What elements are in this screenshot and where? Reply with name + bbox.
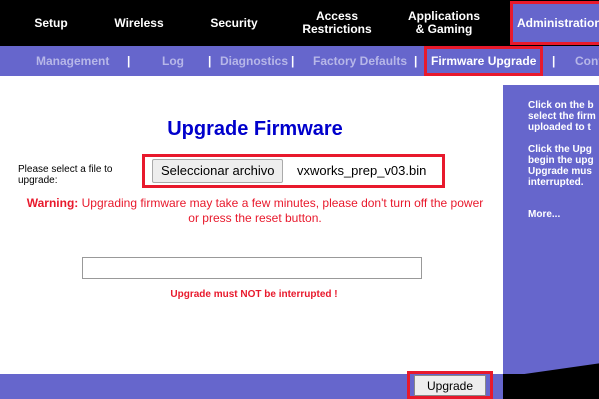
warning-text: Upgrading firmware may take a few minute… bbox=[78, 196, 484, 225]
subnav-separator: | bbox=[208, 54, 212, 68]
tab-wireless[interactable]: Wireless bbox=[108, 0, 170, 46]
upgrade-progress-bar bbox=[82, 257, 422, 279]
bottom-bar-right bbox=[503, 374, 599, 399]
subnav-diagnostics[interactable]: Diagnostics bbox=[220, 46, 288, 76]
choose-file-button[interactable]: Seleccionar archivo bbox=[152, 159, 284, 183]
help-panel: Click on the b select the firm uploaded … bbox=[503, 85, 599, 375]
subnav-firmware-upgrade[interactable]: Firmware Upgrade bbox=[424, 46, 544, 76]
page-title: Upgrade Firmware bbox=[167, 118, 343, 140]
tab-administration[interactable]: Administration bbox=[510, 1, 599, 45]
subnav-separator: | bbox=[291, 54, 295, 68]
help-text: Click on the b select the firm uploaded … bbox=[528, 100, 596, 188]
tab-setup[interactable]: Setup bbox=[20, 0, 82, 46]
subnav-factory-defaults[interactable]: Factory Defaults bbox=[313, 46, 407, 76]
subnav-separator: | bbox=[552, 54, 556, 68]
subnav-management[interactable]: Management bbox=[36, 46, 109, 76]
help-more-link[interactable]: More... bbox=[528, 209, 560, 220]
subnav-config[interactable]: Conf bbox=[575, 46, 599, 76]
not-interrupted-notice: Upgrade must NOT be interrupted ! bbox=[170, 289, 338, 300]
select-file-label: Please select a file to upgrade: bbox=[18, 164, 113, 186]
sub-nav: Management | Log | Diagnostics | Factory… bbox=[0, 46, 599, 76]
subnav-separator: | bbox=[127, 54, 131, 68]
subnav-log[interactable]: Log bbox=[162, 46, 184, 76]
tab-access-restrictions[interactable]: Access Restrictions bbox=[298, 0, 376, 46]
warning-message: Warning: Upgrading firmware may take a f… bbox=[20, 196, 490, 226]
selected-filename: vxworks_prep_v03.bin bbox=[297, 163, 427, 178]
tab-applications-gaming[interactable]: Applications & Gaming bbox=[395, 0, 493, 46]
subnav-separator: | bbox=[414, 54, 418, 68]
warning-prefix: Warning: bbox=[26, 196, 79, 210]
tab-security[interactable]: Security bbox=[200, 0, 268, 46]
upgrade-button[interactable]: Upgrade bbox=[414, 375, 486, 396]
top-nav: Setup Wireless Security Access Restricti… bbox=[0, 0, 599, 46]
